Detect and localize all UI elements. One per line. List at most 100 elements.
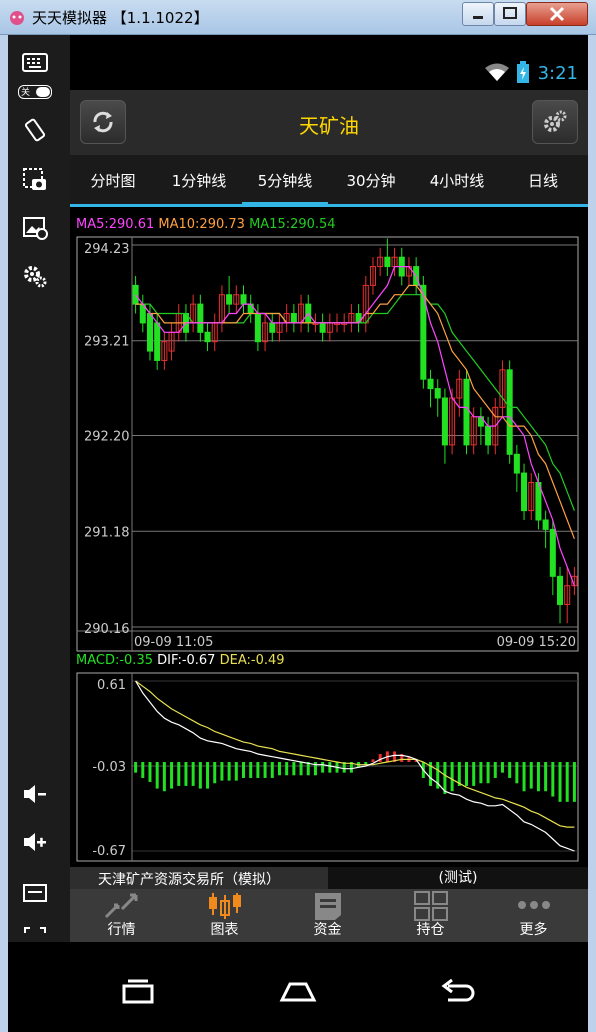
volume-down-icon[interactable]	[22, 781, 48, 807]
tab-30min[interactable]: 30分钟	[328, 155, 414, 207]
android-navigation-bar	[8, 942, 588, 1032]
price-axis-label: 293.21	[84, 335, 130, 350]
nav-funds-label: 资金	[313, 922, 342, 938]
macd-bar	[155, 762, 159, 789]
macd-bar	[328, 762, 332, 773]
app-icon	[10, 11, 24, 25]
price-axis-label: 292.20	[84, 430, 130, 445]
macd-bar	[170, 762, 174, 789]
macd-bar	[450, 762, 454, 792]
candlestick-icon	[209, 893, 241, 919]
macd-bar	[486, 762, 490, 784]
macd-bar	[493, 762, 497, 778]
candle-body	[226, 294, 233, 305]
keyboard-toggle[interactable]: 关	[18, 85, 52, 99]
price-axis-label: 291.18	[84, 525, 130, 540]
candle-body	[384, 256, 391, 268]
back-icon[interactable]	[438, 976, 478, 1006]
macd-bar	[292, 762, 296, 776]
screenshot-icon[interactable]	[22, 167, 48, 193]
price-panel-border	[76, 236, 579, 652]
candle-body	[485, 425, 492, 446]
nav-more[interactable]: 更多	[482, 889, 585, 942]
nav-chart[interactable]: 图表	[173, 889, 276, 942]
time-end-label: 09-09 15:20	[497, 635, 576, 650]
settings-button[interactable]	[532, 100, 578, 144]
macd-bar	[378, 754, 382, 763]
dea-line	[135, 680, 575, 828]
candle-body	[319, 322, 326, 333]
close-icon	[549, 6, 565, 22]
dif-value-label: DIF:-0.67	[157, 653, 216, 668]
minimize-icon	[473, 16, 483, 19]
tab-daily[interactable]: 日线	[500, 155, 586, 207]
nav-market[interactable]: 行情	[70, 889, 173, 942]
macd-bar	[299, 762, 303, 776]
volume-up-icon[interactable]	[22, 829, 48, 855]
chart-area[interactable]: MA5:290.61 MA10:290.73 MA15:290.54 294.2…	[70, 207, 588, 867]
emulator-toolbar: 关	[8, 35, 70, 949]
candle-body	[197, 303, 204, 333]
macd-bar	[220, 762, 224, 781]
macd-bar	[443, 762, 447, 794]
macd-bar	[508, 762, 512, 778]
menu-icon[interactable]	[22, 881, 48, 907]
candle-body	[434, 388, 441, 399]
macd-axis-label: -0.67	[92, 844, 126, 859]
candle-body	[240, 294, 247, 305]
macd-bar	[285, 762, 289, 776]
market-icon	[104, 893, 138, 919]
minimize-button[interactable]	[462, 2, 494, 26]
exchange-name: 天津矿产资源交易所（模拟）	[98, 872, 280, 888]
macd-legend: MACD:-0.35 DIF:-0.67 DEA:-0.49	[76, 653, 285, 668]
time-start-label: 09-09 11:05	[134, 635, 213, 650]
macd-bar	[263, 762, 267, 778]
keyboard-toggle-label: 关	[21, 88, 31, 98]
nav-chart-label: 图表	[210, 922, 239, 938]
rotate-icon[interactable]	[22, 117, 48, 143]
macd-bar	[277, 762, 281, 776]
tab-4hour[interactable]: 4小时线	[414, 155, 500, 207]
tab-1min[interactable]: 1分钟线	[156, 155, 242, 207]
status-clock: 3:21	[537, 63, 578, 84]
macd-bar	[242, 762, 245, 778]
battery-icon	[517, 61, 529, 83]
macd-bar	[465, 762, 468, 786]
keyboard-icon[interactable]	[22, 49, 48, 75]
macd-bar	[565, 762, 569, 802]
macd-bar	[472, 762, 476, 786]
close-button[interactable]	[526, 2, 588, 26]
image-import-icon[interactable]	[22, 215, 48, 241]
macd-bar	[522, 762, 526, 792]
macd-bar	[500, 762, 504, 773]
macd-bar	[515, 762, 519, 784]
macd-bar	[551, 762, 555, 797]
candle-body	[204, 331, 211, 343]
candle-body	[146, 313, 154, 352]
candle-body	[556, 575, 564, 605]
home-icon[interactable]	[278, 976, 318, 1006]
funds-icon	[315, 893, 341, 920]
maximize-button[interactable]	[494, 2, 526, 26]
candle-body	[254, 313, 261, 343]
nav-positions[interactable]: 持仓	[379, 889, 482, 942]
macd-bar	[134, 762, 138, 773]
nav-funds[interactable]: 资金	[276, 889, 379, 942]
macd-bar	[371, 759, 375, 763]
window-titlebar: 天天模拟器 【1.1.1022】	[0, 0, 596, 35]
wifi-icon	[485, 63, 509, 81]
exchange-bar: 天津矿产资源交易所（模拟） (测试)	[70, 867, 588, 889]
tab-5min[interactable]: 5分钟线	[242, 155, 328, 206]
macd-bar	[162, 762, 166, 792]
dea-value-label: DEA:-0.49	[219, 653, 285, 668]
settings-gear-icon[interactable]	[22, 263, 48, 289]
macd-bar	[572, 762, 576, 802]
settings-gear-icon	[544, 110, 567, 132]
recent-apps-icon[interactable]	[118, 976, 158, 1006]
macd-bar	[191, 762, 195, 786]
timeframe-tabs: 分时图 1分钟线 5分钟线 30分钟 4小时线 日线	[70, 155, 588, 207]
tab-timeshare[interactable]: 分时图	[70, 155, 156, 207]
macd-axis-label: 0.61	[97, 678, 126, 693]
candle-body	[441, 397, 448, 446]
candle-body	[427, 378, 434, 390]
